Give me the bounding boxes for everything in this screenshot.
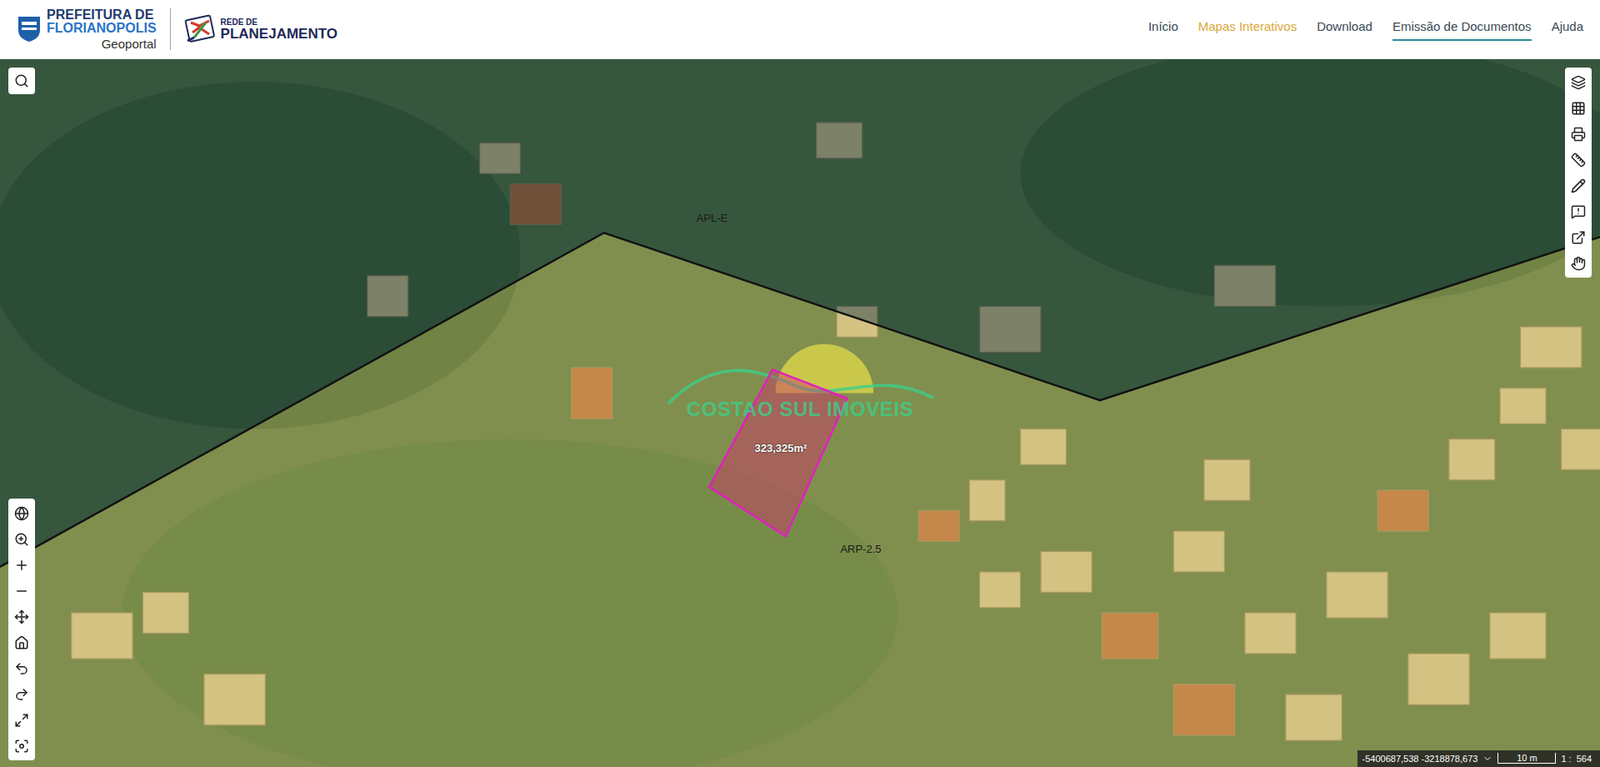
- zone-label: APL-E: [696, 210, 729, 227]
- map-tool-button[interactable]: [1565, 95, 1592, 121]
- ruler-icon: [1570, 152, 1586, 168]
- zoom-out-icon: [14, 583, 30, 599]
- map-tool-button[interactable]: [8, 500, 35, 526]
- watermark: COSTAO SUL IMOVEIS: [686, 394, 915, 425]
- city-crest-icon: [16, 15, 42, 44]
- scale-ratio-prefix: 1 :: [1560, 751, 1571, 766]
- logo-divider: [170, 8, 171, 50]
- export-icon: [1570, 230, 1586, 245]
- zoom-scale-icon: [14, 531, 30, 547]
- right-toolbar: [1565, 67, 1592, 278]
- parcel-area-label: 323,325m²: [755, 440, 808, 457]
- pan-icon: [14, 609, 30, 625]
- zone-label: ARP-2.5: [840, 541, 881, 559]
- map-tool-button[interactable]: [8, 629, 35, 655]
- nav-link[interactable]: Ajuda: [1551, 17, 1584, 41]
- logos: PREFEITURA DEFLORIANOPOLIS Geoportal REDE …: [16, 8, 338, 50]
- map-tool-button[interactable]: [8, 525, 35, 552]
- map-tool-button[interactable]: [8, 732, 35, 759]
- print-icon: [1570, 126, 1586, 142]
- home-icon: [14, 635, 30, 650]
- search-icon: [14, 73, 30, 89]
- fullscreen-icon: [14, 712, 30, 728]
- rede-logo[interactable]: REDE DEPLANEJAMENTO: [184, 12, 338, 46]
- prefeitura-text: PREFEITURA DEFLORIANOPOLIS Geoportal: [46, 8, 157, 50]
- report-icon: [1570, 204, 1586, 220]
- map-tool-button[interactable]: [1565, 224, 1592, 250]
- zoom-in-icon: [14, 557, 30, 573]
- undo-icon: [14, 660, 30, 676]
- zone-boundary: [0, 232, 1600, 567]
- logo-line1: PREFEITURA DE: [46, 8, 157, 22]
- hand-icon: [1570, 255, 1586, 271]
- scale-ratio[interactable]: 564: [1576, 751, 1595, 766]
- globe-icon: [14, 505, 30, 521]
- logo-line2: FLORIANOPOLIS: [46, 21, 157, 35]
- locate-icon: [14, 738, 30, 754]
- rede-line1: REDE DE: [220, 18, 338, 27]
- parcel[interactable]: [709, 369, 847, 536]
- map-tool-button[interactable]: [1565, 146, 1592, 173]
- rede-line2: PLANEJAMENTO: [220, 26, 338, 41]
- map-tool-button[interactable]: [1565, 198, 1592, 225]
- basemap-icon: [1570, 100, 1586, 116]
- scale-bar-label: 10 m: [1516, 753, 1537, 763]
- coordinates: -5400687,538 -3218878,673: [1362, 751, 1479, 766]
- layers-icon: [1570, 75, 1586, 90]
- prefeitura-logo[interactable]: PREFEITURA DEFLORIANOPOLIS Geoportal: [16, 8, 157, 50]
- top-bar: PREFEITURA DEFLORIANOPOLIS Geoportal REDE …: [0, 0, 1600, 60]
- map-tool-button[interactable]: [8, 680, 35, 707]
- planning-map-icon: [184, 12, 218, 46]
- status-bar: -5400687,538 -3218878,673 10 m 1 : 564: [1357, 750, 1600, 767]
- search-button[interactable]: [8, 67, 35, 95]
- nav-link[interactable]: Mapas Interativos: [1198, 17, 1297, 41]
- geoportal-page: PREFEITURA DEFLORIANOPOLIS Geoportal REDE …: [0, 0, 1600, 767]
- map-tool-button[interactable]: [1565, 120, 1592, 147]
- logo-line3: Geoportal: [101, 37, 157, 50]
- nav-link[interactable]: Emissão de Documentos: [1392, 17, 1532, 41]
- main-nav: Início Mapas Interativos Download Emissão d…: [1148, 17, 1584, 41]
- scale-bar: 10 m: [1497, 752, 1556, 764]
- map-view[interactable]: APL-E ARP-2.5 COSTAO SUL IMOVEIS 323,325m² -…: [0, 59, 1600, 767]
- map-tool-button[interactable]: [8, 655, 35, 681]
- map-tool-button[interactable]: [8, 577, 35, 604]
- redo-icon: [14, 686, 30, 702]
- map-tool-button[interactable]: [1565, 69, 1592, 95]
- map-tool-button[interactable]: [8, 706, 35, 733]
- left-toolbar: [8, 498, 35, 760]
- nav-link[interactable]: Início: [1148, 17, 1179, 41]
- rede-text: REDE DEPLANEJAMENTO: [220, 18, 338, 41]
- map-tool-button[interactable]: [8, 551, 35, 578]
- map-tool-button[interactable]: [1565, 250, 1592, 276]
- map-tool-button[interactable]: [8, 603, 35, 630]
- projection-dropdown-icon[interactable]: [1482, 753, 1493, 764]
- zone-arp[interactable]: [0, 232, 1600, 767]
- pencil-icon: [1570, 178, 1586, 194]
- map-tool-button[interactable]: [1565, 172, 1592, 199]
- nav-link[interactable]: Download: [1316, 17, 1373, 41]
